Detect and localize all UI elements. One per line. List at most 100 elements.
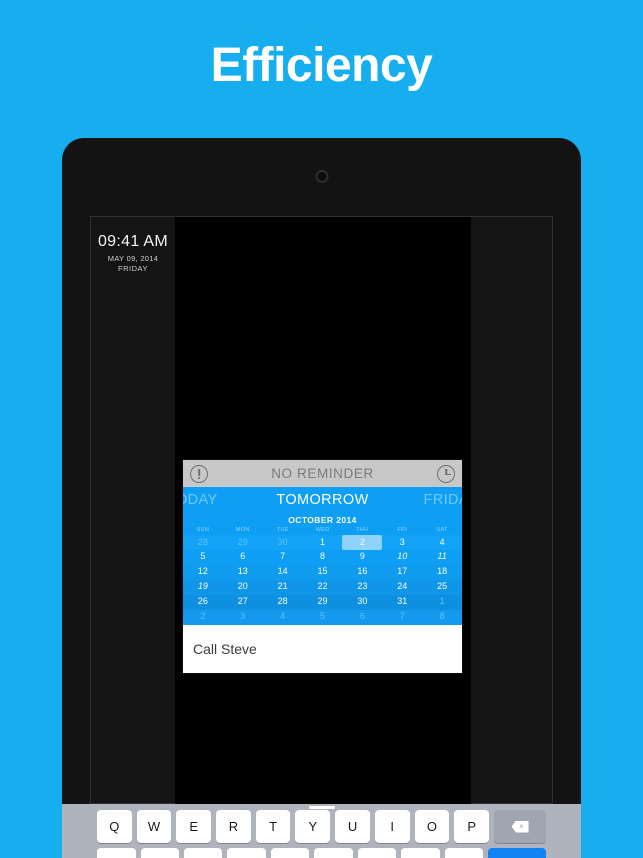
backspace-key[interactable]: × (494, 810, 547, 843)
clock-weekday: FRIDAY (118, 264, 148, 273)
calendar-day-cell[interactable]: 25 (422, 580, 462, 595)
calendar-day-cell[interactable]: 16 (342, 565, 382, 580)
calendar-day-cell[interactable]: 18 (422, 565, 462, 580)
key-g[interactable]: G (270, 848, 310, 858)
calendar-weekday-mon: MON (235, 527, 250, 533)
reminder-card: NO REMINDER TODAY TOMORROW FRIDAY OCTOBE… (183, 460, 462, 674)
day-option-current[interactable]: TOMORROW (276, 492, 368, 508)
key-i[interactable]: I (374, 810, 410, 843)
clock-circle-icon[interactable] (437, 464, 455, 483)
calendar-day-cell[interactable]: 5 (183, 550, 223, 565)
day-option-previous[interactable]: TODAY (183, 492, 218, 508)
calendar-day-cell[interactable]: 8 (422, 610, 462, 625)
calendar-day-cell[interactable]: 5 (303, 610, 343, 625)
key-p[interactable]: P (454, 810, 489, 843)
calendar-weekday-sat: SAT (436, 527, 448, 533)
done-key[interactable]: Done (488, 848, 546, 858)
calendar-weekday-thu: THU (356, 527, 369, 533)
key-q[interactable]: Q (96, 810, 132, 843)
keyboard-grab-handle[interactable] (308, 806, 335, 809)
key-t[interactable]: T (255, 810, 291, 843)
calendar-day-cell[interactable]: 21 (263, 580, 303, 595)
calendar-day-cell[interactable]: 26 (183, 595, 223, 610)
calendar-day-cell[interactable]: 29 (223, 535, 263, 550)
calendar-day-cell[interactable]: 4 (422, 535, 462, 550)
calendar-week-row: 5 6 7 8 9 10 11 (183, 549, 462, 565)
front-camera-icon (315, 170, 328, 183)
reminder-note-input[interactable]: Call Steve (183, 625, 462, 674)
key-a[interactable]: A (97, 848, 136, 858)
calendar-day-cell[interactable]: 22 (303, 580, 343, 595)
clock-date: MAY 09, 2014 (107, 254, 159, 263)
key-y[interactable]: Y (295, 810, 331, 843)
calendar-grid[interactable]: 28 29 30 1 2 3 4 5 6 7 8 9 10 11 12 13 14 15 16 17 18 19 20 21 2… (183, 535, 462, 625)
calendar-week-row: 12 13 14 15 16 17 18 (183, 564, 462, 580)
reminder-header: NO REMINDER (183, 460, 462, 487)
key-r[interactable]: R (216, 810, 251, 843)
key-l[interactable]: L (444, 848, 484, 858)
on-screen-keyboard[interactable]: QWERTYUIOP× ASDFGHJKLDone ZXCVBNM!,?. .?… (90, 804, 553, 858)
calendar-week-row: 28 29 30 1 2 3 4 (183, 535, 462, 550)
calendar-day-cell[interactable]: 27 (223, 595, 263, 610)
calendar-day-cell[interactable]: 28 (263, 595, 303, 610)
calendar-day-cell[interactable]: 23 (342, 580, 382, 595)
calendar[interactable]: OCTOBER 2014 SUN MON TUE WED THU FRI SAT 28 29 3… (183, 512, 462, 626)
calendar-weekday-sun: SUN (196, 527, 210, 533)
page-title: Efficiency (210, 39, 433, 92)
calendar-day-cell[interactable]: 11 (422, 550, 462, 565)
key-k[interactable]: K (401, 848, 440, 858)
calendar-day-cell[interactable]: 1 (422, 595, 462, 610)
key-w[interactable]: W (136, 810, 172, 843)
calendar-day-cell[interactable]: 10 (382, 550, 422, 565)
app-screen: 09:41 AM MAY 09, 2014 FRIDAY NO REMINDER… (90, 216, 553, 804)
calendar-day-cell[interactable]: 2 (183, 610, 223, 625)
calendar-day-cell[interactable]: 17 (382, 565, 422, 580)
calendar-day-cell[interactable]: 19 (183, 580, 223, 595)
key-u[interactable]: U (335, 810, 370, 843)
calendar-week-row: 19 20 21 22 23 24 25 (183, 579, 462, 595)
calendar-day-cell[interactable]: 30 (342, 595, 382, 610)
backspace-icon: × (511, 820, 529, 833)
key-e[interactable]: E (176, 810, 212, 843)
key-s[interactable]: S (140, 848, 179, 858)
calendar-day-cell[interactable]: 9 (342, 550, 382, 565)
key-h[interactable]: H (314, 848, 353, 858)
key-j[interactable]: J (357, 848, 397, 858)
reminder-status-label: NO REMINDER (271, 466, 374, 481)
calendar-day-cell[interactable]: 2 (342, 535, 383, 550)
calendar-day-cell[interactable]: 15 (303, 565, 343, 580)
calendar-weekday-header: SUN MON TUE WED THU FRI SAT (183, 526, 462, 535)
calendar-weekday-fri: FRI (397, 527, 408, 533)
day-selector-strip[interactable]: TODAY TOMORROW FRIDAY (183, 487, 462, 512)
calendar-day-cell[interactable]: 7 (382, 610, 422, 625)
calendar-weekday-tue: TUE (276, 527, 289, 533)
day-option-next[interactable]: FRIDAY (424, 492, 463, 508)
calendar-day-cell[interactable]: 29 (303, 595, 343, 610)
key-f[interactable]: F (227, 848, 266, 858)
calendar-day-cell[interactable]: 1 (303, 535, 343, 550)
calendar-day-cell[interactable]: 8 (303, 550, 343, 565)
calendar-day-cell[interactable]: 7 (263, 550, 303, 565)
calendar-day-cell[interactable]: 14 (263, 565, 303, 580)
keyboard-row-2[interactable]: ASDFGHJKL Done (93, 848, 550, 858)
calendar-day-cell[interactable]: 20 (223, 580, 263, 595)
calendar-day-cell[interactable]: 30 (263, 535, 303, 550)
keyboard-row-1[interactable]: Q W E R T Y U I O P × (93, 810, 550, 843)
calendar-week-row: 2345678 (183, 609, 462, 625)
calendar-day-cell[interactable]: 3 (223, 610, 263, 625)
key-o[interactable]: O (414, 810, 450, 843)
calendar-day-cell[interactable]: 4 (263, 610, 303, 625)
clock-time: 09:41 AM (97, 233, 168, 250)
calendar-weekday-wed: WED (315, 527, 330, 533)
calendar-month-label: OCTOBER 2014 (288, 515, 357, 525)
key-d[interactable]: D (183, 848, 223, 858)
calendar-day-cell[interactable]: 6 (223, 550, 263, 565)
alert-circle-icon[interactable] (190, 464, 208, 483)
calendar-day-cell[interactable]: 13 (223, 565, 263, 580)
calendar-day-cell[interactable]: 12 (183, 565, 223, 580)
calendar-day-cell[interactable]: 28 (183, 535, 223, 550)
calendar-day-cell[interactable]: 3 (382, 535, 422, 550)
calendar-day-cell[interactable]: 6 (342, 610, 382, 625)
calendar-day-cell[interactable]: 24 (382, 580, 422, 595)
calendar-day-cell[interactable]: 31 (382, 595, 422, 610)
